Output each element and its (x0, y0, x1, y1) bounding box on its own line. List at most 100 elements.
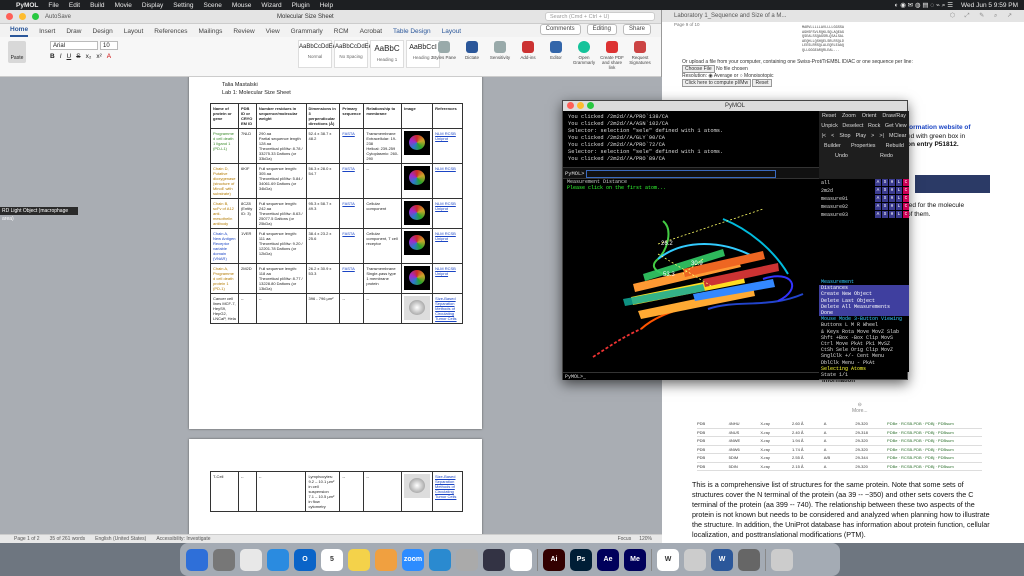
tab-mailings[interactable]: Mailings (199, 28, 223, 37)
first-frame-button[interactable]: |< (822, 131, 827, 141)
membrane-cell[interactable]: Cellular component (363, 198, 403, 229)
tab-review[interactable]: Review (233, 28, 254, 37)
dimensions-cell[interactable]: 56.3 x 28.0 x 54.7 (305, 163, 341, 199)
residues-cell[interactable]: 290 aa Partial sequence length 128 aa Th… (255, 128, 307, 164)
object-row-measure02[interactable]: measure02 A S H L C (819, 203, 909, 211)
image-cell[interactable] (401, 263, 434, 294)
tab-acrobat[interactable]: Acrobat (360, 28, 382, 37)
show-button[interactable]: S (882, 187, 888, 194)
notes-icon[interactable] (348, 548, 370, 571)
hide-button[interactable]: H (889, 187, 895, 194)
image-cell[interactable] (401, 128, 434, 164)
toolbar-icons[interactable]: ⬡ ⤢ ✎ ⌕ ↗ (950, 10, 1016, 22)
compute-button[interactable]: Click here to compute pI/Mw (682, 79, 752, 87)
menu-app-name[interactable]: PyMOL (16, 2, 38, 9)
label-button[interactable]: L (896, 203, 902, 210)
style-no-spacing[interactable]: AaBbCcDdEe No Spacing (334, 40, 372, 68)
tab-design[interactable]: Design (93, 28, 113, 37)
fasta-link[interactable]: FASTA (342, 201, 354, 206)
tab-home[interactable]: Home (10, 26, 29, 37)
reference-links[interactable]: NLM RCSB (435, 166, 456, 171)
rebuild-button[interactable]: Rebuild (886, 141, 904, 151)
paste-button[interactable]: Paste (8, 41, 26, 63)
maximize-window-icon[interactable] (587, 102, 594, 109)
list-item[interactable]: PDB 5DIN X-ray 2.15 Å A 29-320 PDBe · RCSB-PDB… (697, 463, 982, 471)
image-cell[interactable] (401, 293, 434, 324)
show-button[interactable]: S (882, 179, 888, 186)
next-frame-button[interactable]: > (871, 131, 874, 141)
show-button[interactable]: S (882, 203, 888, 210)
create-pdf-button[interactable]: Create PDF and share link (600, 41, 624, 70)
get-view-button[interactable]: Get View (885, 121, 907, 131)
membrane-cell[interactable]: -- (363, 293, 403, 324)
calendar-icon[interactable]: 5 (321, 548, 343, 571)
italic-button[interactable]: I (60, 53, 62, 60)
protein-name-cell[interactable]: Chain B, scFv of A12 anti-mesothelin ant… (210, 198, 239, 229)
membrane-cell[interactable]: Transmembrane Single-pass type 1 membran… (363, 263, 403, 294)
fasta-link[interactable]: FASTA (342, 266, 354, 271)
webex-icon[interactable]: W (657, 548, 679, 571)
image-cell[interactable] (401, 163, 434, 199)
pdb-id-cell[interactable]: -- (237, 471, 257, 512)
protein-name-cell[interactable]: Programme d cell death 1 ligand 1 (PD-L1… (210, 128, 239, 164)
list-item[interactable]: PDB 4NWE X-ray 1.94 Å A 29-320 PDBe · RCSB-PDB… (697, 437, 982, 446)
menu-item-file[interactable]: File (48, 2, 58, 9)
protein-name-cell[interactable]: Chain D, Putative dioxygenase (structure… (210, 163, 239, 199)
search-input[interactable]: Search (Cmd + Ctrl + U) (545, 12, 655, 21)
dimensions-cell[interactable]: 396 - 796 µm² (305, 293, 341, 324)
label-button[interactable]: L (896, 211, 902, 218)
pymol-3d-viewer[interactable]: Measurement Distance Please click on the… (563, 179, 819, 372)
minimize-window-icon[interactable] (577, 102, 584, 109)
tab-draw[interactable]: Draw (66, 28, 81, 37)
hide-button[interactable]: H (889, 211, 895, 218)
object-row-2m2d[interactable]: 2m2d A S H L C (819, 187, 909, 195)
properties-button[interactable]: Properties (851, 141, 876, 151)
language-status[interactable]: English (United States) (95, 536, 146, 542)
menu-item-display[interactable]: Display (142, 2, 163, 9)
object-row-all[interactable]: all A S H L C (819, 179, 909, 187)
word-icon[interactable]: W (711, 548, 733, 571)
focus-button[interactable]: Focus (618, 536, 632, 542)
pymol-icon[interactable] (738, 548, 760, 571)
protein-name-cell[interactable]: Chain A, New Antigen Receptor variable d… (210, 228, 239, 264)
hide-button[interactable]: H (889, 195, 895, 202)
list-item[interactable]: PDB 4NUS X-ray 2.40 Å A 29-318 PDBe · RCSB-PDB… (697, 429, 982, 437)
residues-cell[interactable]: Full sequence length: 118 aa Theoretical… (255, 263, 307, 294)
reference-links[interactable]: Size-Based Separation Methods of Circula… (435, 296, 456, 321)
deselect-button[interactable]: Deselect (842, 121, 863, 131)
menu-item-movie[interactable]: Movie (115, 2, 132, 9)
protein-name-cell[interactable]: Cancer cell lines MCF-7, HeyS9, HepG2, L… (210, 293, 239, 324)
grammarly-button[interactable]: Open Grammarly (572, 41, 596, 70)
reference-links[interactable]: NLM RCSB Uniprot (435, 201, 456, 211)
membrane-cell[interactable]: Transmembrane Extracellular: 19-238 Heli… (363, 128, 403, 164)
accessibility-status[interactable]: Accessibility: Investigate (156, 536, 210, 542)
launchpad-icon[interactable] (240, 548, 262, 571)
membrane-cell[interactable]: -- (363, 163, 403, 199)
settings-icon[interactable] (213, 548, 235, 571)
app-spike-icon[interactable] (510, 548, 532, 571)
mclear-button[interactable]: MClear (889, 131, 906, 141)
color-button[interactable]: C (903, 203, 909, 210)
show-button[interactable]: S (882, 195, 888, 202)
residues-cell[interactable]: -- (255, 293, 307, 324)
label-button[interactable]: L (896, 179, 902, 186)
color-button[interactable]: C (903, 179, 909, 186)
tab-view[interactable]: View (266, 28, 280, 37)
prev-frame-button[interactable]: < (831, 131, 834, 141)
styles-pane-button[interactable]: Styles Pane (432, 41, 456, 70)
hide-button[interactable]: H (889, 203, 895, 210)
list-item[interactable]: PDB 4NW6 X-ray 1.74 Å A 29-320 PDBe · RCSB-PDB… (697, 446, 982, 454)
after-effects-icon[interactable]: Ae (597, 548, 619, 571)
reset-view-button[interactable]: Reset (822, 111, 836, 121)
membrane-cell[interactable]: -- (363, 471, 402, 512)
action-button[interactable]: A (875, 179, 881, 186)
image-cell[interactable] (401, 228, 434, 264)
more-link[interactable]: ⊖ More... (852, 402, 868, 414)
tab-references[interactable]: References (154, 28, 187, 37)
color-button[interactable]: C (903, 187, 909, 194)
font-color-button[interactable]: A (107, 53, 111, 60)
dimensions-cell[interactable]: Lymphocytes: 9.2 – 10.1 µm² in cell susp… (305, 471, 341, 512)
dimensions-cell[interactable]: 38.4 x 23.2 x 25.6 (305, 228, 341, 264)
color-button[interactable]: C (903, 195, 909, 202)
reset-button[interactable]: Reset (752, 79, 772, 87)
